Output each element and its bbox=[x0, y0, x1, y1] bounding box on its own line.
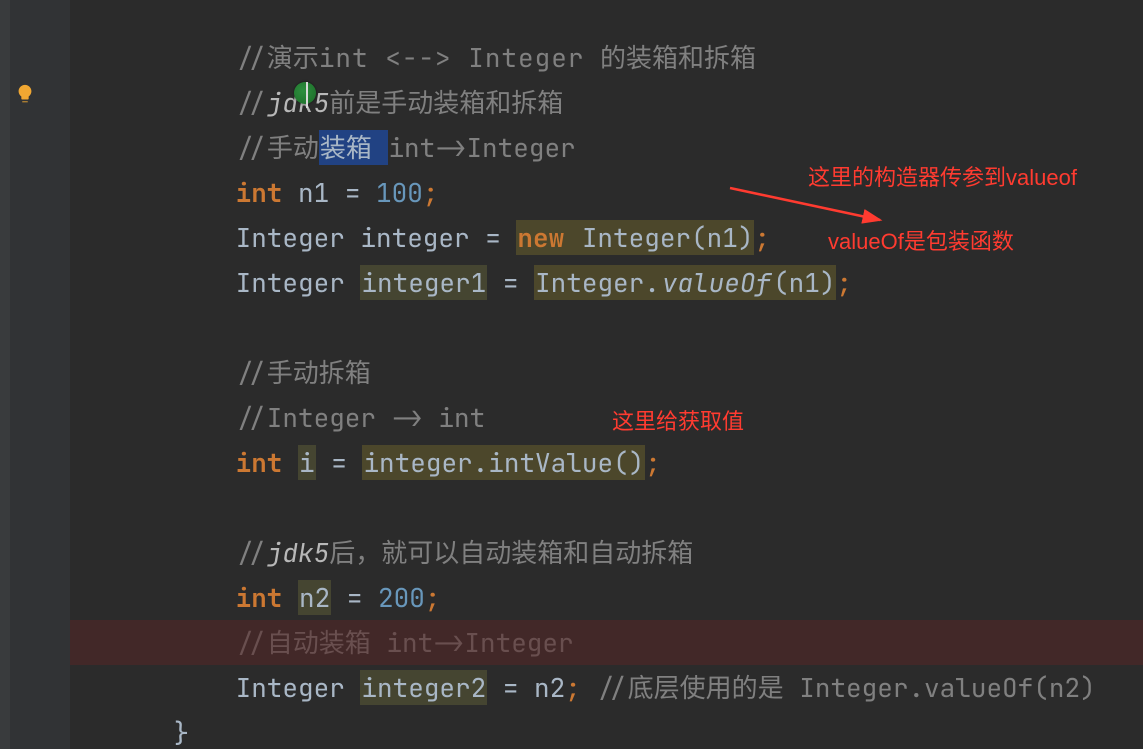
code-line: //jdk5前是手动装箱和拆箱 bbox=[70, 35, 1143, 80]
blank-line bbox=[70, 440, 1143, 485]
code-line: int i = integer.intValue(); bbox=[70, 395, 1143, 440]
code-line: //手动拆箱 bbox=[70, 305, 1143, 350]
code-line: //手动装箱 int->Integer bbox=[70, 80, 1143, 125]
text-caret bbox=[306, 82, 308, 108]
code-text-area[interactable]: //演示int <--> Integer 的装箱和拆箱 //jdk5前是手动装箱… bbox=[70, 0, 1143, 749]
annotation-text: 这里的构造器传参到valueof bbox=[808, 160, 1077, 192]
code-editor[interactable]: //演示int <--> Integer 的装箱和拆箱 //jdk5前是手动装箱… bbox=[0, 0, 1143, 749]
code-line: //自动装箱 int->Integer bbox=[70, 575, 1143, 620]
code-line: int n2 = 200; bbox=[70, 530, 1143, 575]
gutter-stripe bbox=[0, 0, 10, 749]
annotation-text: 这里给获取值 bbox=[612, 404, 744, 436]
text-caret-indicator-icon bbox=[294, 82, 316, 104]
code-line: //演示int <--> Integer 的装箱和拆箱 bbox=[70, 0, 1143, 35]
intention-bulb-icon[interactable] bbox=[14, 78, 36, 100]
code-line: //Integer -> int bbox=[70, 350, 1143, 395]
editor-gutter bbox=[0, 0, 70, 749]
code-line: } bbox=[70, 665, 1143, 710]
code-line: //jdk5后，就可以自动装箱和自动拆箱 bbox=[70, 485, 1143, 530]
code-line-highlighted: Integer integer2 = n2; //底层使用的是 Integer.… bbox=[70, 620, 1143, 665]
blank-line bbox=[70, 260, 1143, 305]
code-line: } bbox=[70, 710, 1143, 749]
annotation-text: valueOf是包装函数 bbox=[828, 224, 1014, 256]
